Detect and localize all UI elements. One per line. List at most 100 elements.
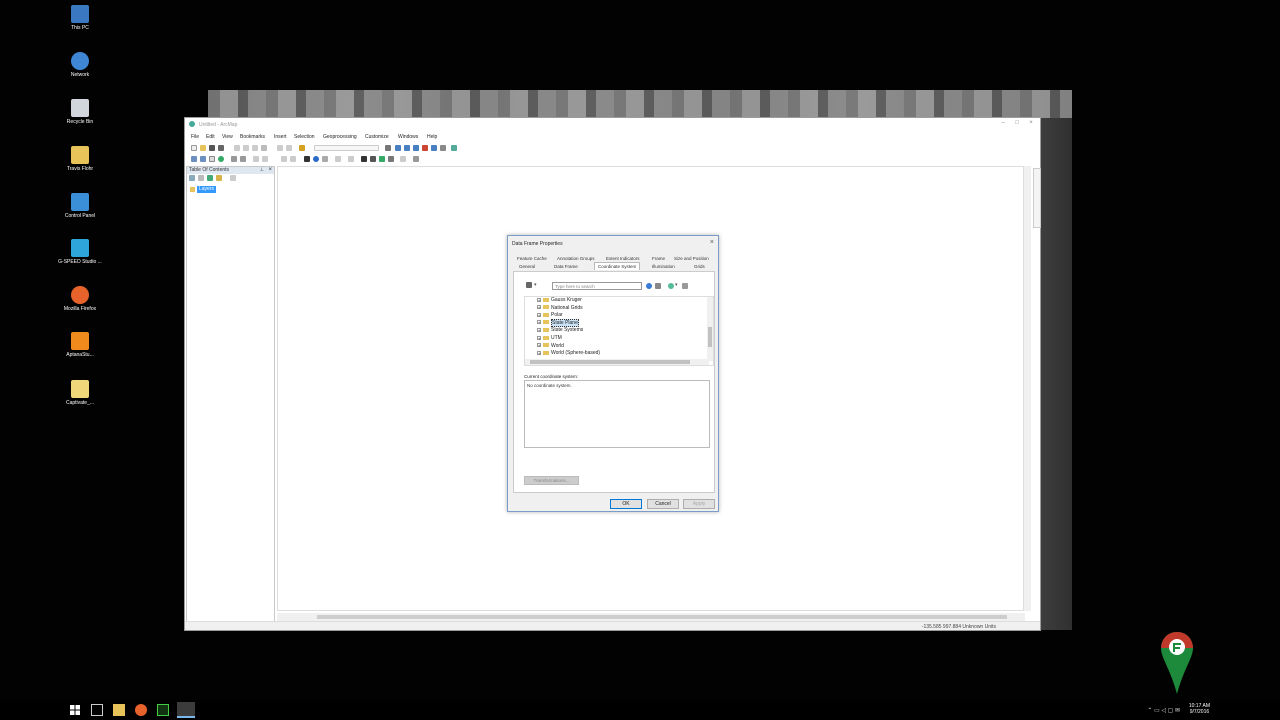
desktop-icon-travis-flohr[interactable]: Travis Flohr bbox=[58, 146, 102, 172]
list-by-selection-icon[interactable] bbox=[216, 175, 222, 181]
menu-customize[interactable]: Customize bbox=[365, 134, 389, 140]
tab-illumination[interactable]: Illumination bbox=[652, 264, 675, 269]
maximize-button[interactable]: □ bbox=[1010, 120, 1024, 126]
tree-item-national-grids[interactable]: + National Grids bbox=[537, 305, 583, 312]
add-coordinate-system-icon[interactable] bbox=[668, 283, 674, 289]
filter-icon[interactable] bbox=[526, 282, 532, 288]
pin-icon[interactable]: ⊥ bbox=[260, 167, 264, 174]
expand-icon[interactable]: + bbox=[537, 320, 541, 325]
close-window-button[interactable]: × bbox=[1024, 120, 1038, 126]
tab-coordinate-system[interactable]: Coordinate System bbox=[594, 262, 641, 270]
minimize-button[interactable]: – bbox=[996, 120, 1010, 126]
task-view-icon[interactable] bbox=[91, 704, 103, 716]
desktop-icon-recycle-bin[interactable]: Recycle Bin bbox=[58, 99, 102, 125]
identify-icon[interactable] bbox=[313, 156, 319, 162]
tab-feature-cache[interactable]: Feature Cache bbox=[517, 256, 547, 261]
menu-view[interactable]: View bbox=[222, 134, 233, 140]
tab-annotation-groups[interactable]: Annotation Groups bbox=[557, 256, 595, 261]
menu-file[interactable]: File bbox=[191, 134, 199, 140]
apply-button[interactable]: Apply bbox=[683, 499, 715, 509]
tree-horizontal-scrollbar[interactable] bbox=[525, 359, 709, 365]
list-by-drawing-order-icon[interactable] bbox=[189, 175, 195, 181]
menu-insert[interactable]: Insert bbox=[274, 134, 287, 140]
desktop-icon-gspeed[interactable]: G-SPEED Studio ... bbox=[58, 239, 102, 265]
tab-data-frame[interactable]: Data Frame bbox=[554, 264, 578, 269]
save-icon[interactable] bbox=[209, 145, 215, 151]
close-toc-icon[interactable]: × bbox=[268, 167, 272, 174]
desktop-icon-captivate[interactable]: Captivate_... bbox=[58, 380, 102, 406]
scale-combo[interactable] bbox=[314, 145, 379, 151]
expand-icon[interactable]: + bbox=[537, 328, 541, 333]
tree-item-state-plane[interactable]: + State Plane bbox=[537, 318, 579, 327]
expand-icon[interactable]: + bbox=[537, 297, 541, 302]
list-by-source-icon[interactable] bbox=[198, 175, 204, 181]
catalog-search-dock-tabs[interactable] bbox=[1033, 168, 1041, 228]
menu-bookmarks[interactable]: Bookmarks bbox=[240, 134, 265, 140]
clock[interactable]: 10:17 AM 9/7/2016 bbox=[1189, 703, 1210, 715]
delete-icon[interactable] bbox=[261, 145, 267, 151]
add-data-icon[interactable] bbox=[299, 145, 305, 151]
redo-icon[interactable] bbox=[286, 145, 292, 151]
menu-selection[interactable]: Selection bbox=[294, 134, 315, 140]
full-extent-icon[interactable] bbox=[218, 156, 224, 162]
create-viewer-icon[interactable] bbox=[400, 156, 406, 162]
start-icon[interactable] bbox=[69, 704, 81, 716]
forward-extent-icon[interactable] bbox=[262, 156, 268, 162]
file-explorer-icon[interactable] bbox=[113, 704, 125, 716]
zoom-in-icon[interactable] bbox=[191, 156, 197, 162]
layers-data-frame[interactable]: Layers bbox=[197, 186, 217, 193]
menu-edit[interactable]: Edit bbox=[206, 134, 215, 140]
tree-item-utm[interactable]: + UTM bbox=[537, 335, 562, 342]
clear-search-icon[interactable] bbox=[655, 283, 661, 289]
back-extent-icon[interactable] bbox=[253, 156, 259, 162]
add-dropdown-icon[interactable]: ▾ bbox=[675, 282, 678, 288]
find-route-icon[interactable] bbox=[370, 156, 376, 162]
tab-general[interactable]: General bbox=[519, 264, 535, 269]
expand-icon[interactable]: + bbox=[537, 343, 541, 348]
editor-icon[interactable] bbox=[385, 145, 391, 151]
menu-help[interactable]: Help bbox=[427, 134, 437, 140]
desktop-icon-this-pc[interactable]: This PC bbox=[58, 5, 102, 31]
arctoolbox-icon[interactable] bbox=[422, 145, 428, 151]
search-input[interactable]: Type here to search bbox=[552, 282, 642, 290]
ok-button[interactable]: OK bbox=[610, 499, 642, 509]
go-to-xy-icon[interactable] bbox=[379, 156, 385, 162]
tab-grids[interactable]: Grids bbox=[694, 264, 705, 269]
toc-window-icon[interactable] bbox=[395, 145, 401, 151]
menu-windows[interactable]: Windows bbox=[398, 134, 418, 140]
search-window-icon[interactable] bbox=[413, 145, 419, 151]
paste-icon[interactable] bbox=[252, 145, 258, 151]
tab-extent-indicators[interactable]: Extent Indicators bbox=[606, 256, 640, 261]
fixed-zoom-in-icon[interactable] bbox=[231, 156, 237, 162]
select-features-icon[interactable] bbox=[281, 156, 287, 162]
hyperlink-icon[interactable] bbox=[322, 156, 328, 162]
arcmap-taskbar-button[interactable] bbox=[177, 702, 195, 718]
new-document-icon[interactable] bbox=[191, 145, 197, 151]
tab-size-and-position[interactable]: Size and Position bbox=[674, 256, 709, 261]
scrollbar-thumb[interactable] bbox=[530, 360, 690, 364]
swipe-icon[interactable] bbox=[413, 156, 419, 162]
pan-icon[interactable] bbox=[209, 156, 215, 162]
search-icon[interactable] bbox=[646, 283, 652, 289]
fixed-zoom-out-icon[interactable] bbox=[240, 156, 246, 162]
map-vertical-scrollbar[interactable] bbox=[1023, 166, 1031, 611]
expand-icon[interactable]: + bbox=[537, 350, 541, 355]
options-icon[interactable] bbox=[230, 175, 236, 181]
python-window-icon[interactable] bbox=[431, 145, 437, 151]
modelbuilder-icon[interactable] bbox=[440, 145, 446, 151]
tree-item-state-systems[interactable]: + State Systems bbox=[537, 327, 583, 334]
tray-icons[interactable]: ⌃ ▭ ◁ ▢ ✉ bbox=[1147, 707, 1180, 714]
open-icon[interactable] bbox=[200, 145, 206, 151]
desktop-icon-firefox[interactable]: Mozilla Firefox bbox=[58, 286, 102, 312]
cut-icon[interactable] bbox=[234, 145, 240, 151]
copy-icon[interactable] bbox=[243, 145, 249, 151]
print-icon[interactable] bbox=[218, 145, 224, 151]
filter-dropdown-icon[interactable]: ▾ bbox=[534, 282, 537, 288]
firefox-taskbar-icon[interactable] bbox=[135, 704, 147, 716]
scrollbar-thumb[interactable] bbox=[317, 615, 1007, 619]
camtasia-icon[interactable] bbox=[157, 704, 169, 716]
cancel-button[interactable]: Cancel bbox=[647, 499, 679, 509]
tree-item-gauss-kruger[interactable]: + Gauss Kruger bbox=[537, 297, 582, 304]
clear-selection-icon[interactable] bbox=[290, 156, 296, 162]
time-slider-icon[interactable] bbox=[388, 156, 394, 162]
